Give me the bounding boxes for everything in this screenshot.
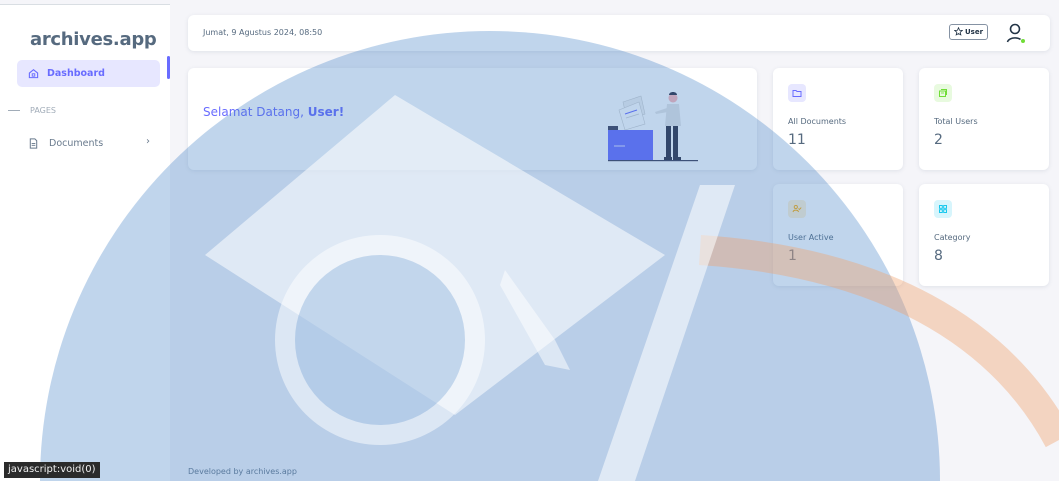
sidebar-section-header: PAGES — [8, 106, 56, 115]
stat-label: Total Users — [934, 117, 978, 126]
status-bar-url-tooltip: javascript:void(0) — [4, 462, 100, 478]
welcome-message: Selamat Datang, User! — [203, 105, 344, 119]
sidebar-item-label: Dashboard — [47, 68, 105, 79]
app-root: archives.app Dashboard PAGES Documents ›… — [0, 0, 1059, 481]
home-icon — [28, 68, 39, 79]
online-status-dot — [1020, 38, 1026, 44]
stat-card-all-documents: All Documents 11 — [773, 68, 903, 170]
stat-label: All Documents — [788, 117, 847, 126]
star-icon — [953, 26, 964, 38]
stat-value: 8 — [934, 248, 943, 264]
stat-value: 1 — [788, 248, 797, 264]
avatar[interactable] — [1004, 21, 1028, 45]
sidebar-item-label: Documents — [49, 137, 104, 149]
welcome-user-name: User! — [307, 105, 345, 119]
user-role-label: User — [964, 28, 984, 36]
active-indicator — [167, 56, 170, 79]
section-divider — [8, 110, 20, 111]
chevron-right-icon: › — [146, 136, 150, 147]
stat-label: Category — [934, 233, 971, 242]
folder-icon — [788, 84, 806, 102]
sidebar-item-documents[interactable]: Documents › — [17, 131, 160, 155]
stat-value: 2 — [934, 132, 943, 148]
welcome-greeting: Selamat Datang, — [203, 105, 308, 119]
stat-card-total-users: Total Users 2 — [919, 68, 1049, 170]
brand-name-part2: app — [119, 29, 157, 50]
grid-icon — [934, 200, 952, 218]
section-label: PAGES — [30, 106, 56, 115]
brand-logo[interactable]: archives.app — [30, 29, 157, 50]
stat-card-user-active: User Active 1 — [773, 184, 903, 286]
stat-value: 11 — [788, 132, 806, 148]
footer-credit: Developed by archives.app — [188, 467, 297, 476]
user-role-button[interactable]: User — [949, 24, 988, 40]
datetime-text: Jumat, 9 Agustus 2024, 08:50 — [203, 28, 323, 37]
welcome-card: Selamat Datang, User! — [188, 68, 757, 170]
sidebar: archives.app Dashboard PAGES Documents › — [0, 4, 170, 481]
file-icon — [28, 137, 39, 149]
topbar: Jumat, 9 Agustus 2024, 08:50 User — [188, 15, 1050, 51]
stat-card-category: Category 8 — [919, 184, 1049, 286]
documents-illustration — [608, 92, 698, 162]
users-icon — [934, 84, 952, 102]
stat-label: User Active — [788, 233, 834, 242]
sidebar-item-dashboard[interactable]: Dashboard — [17, 60, 160, 87]
user-check-icon — [788, 200, 806, 218]
brand-name-part1: archives. — [30, 29, 120, 50]
